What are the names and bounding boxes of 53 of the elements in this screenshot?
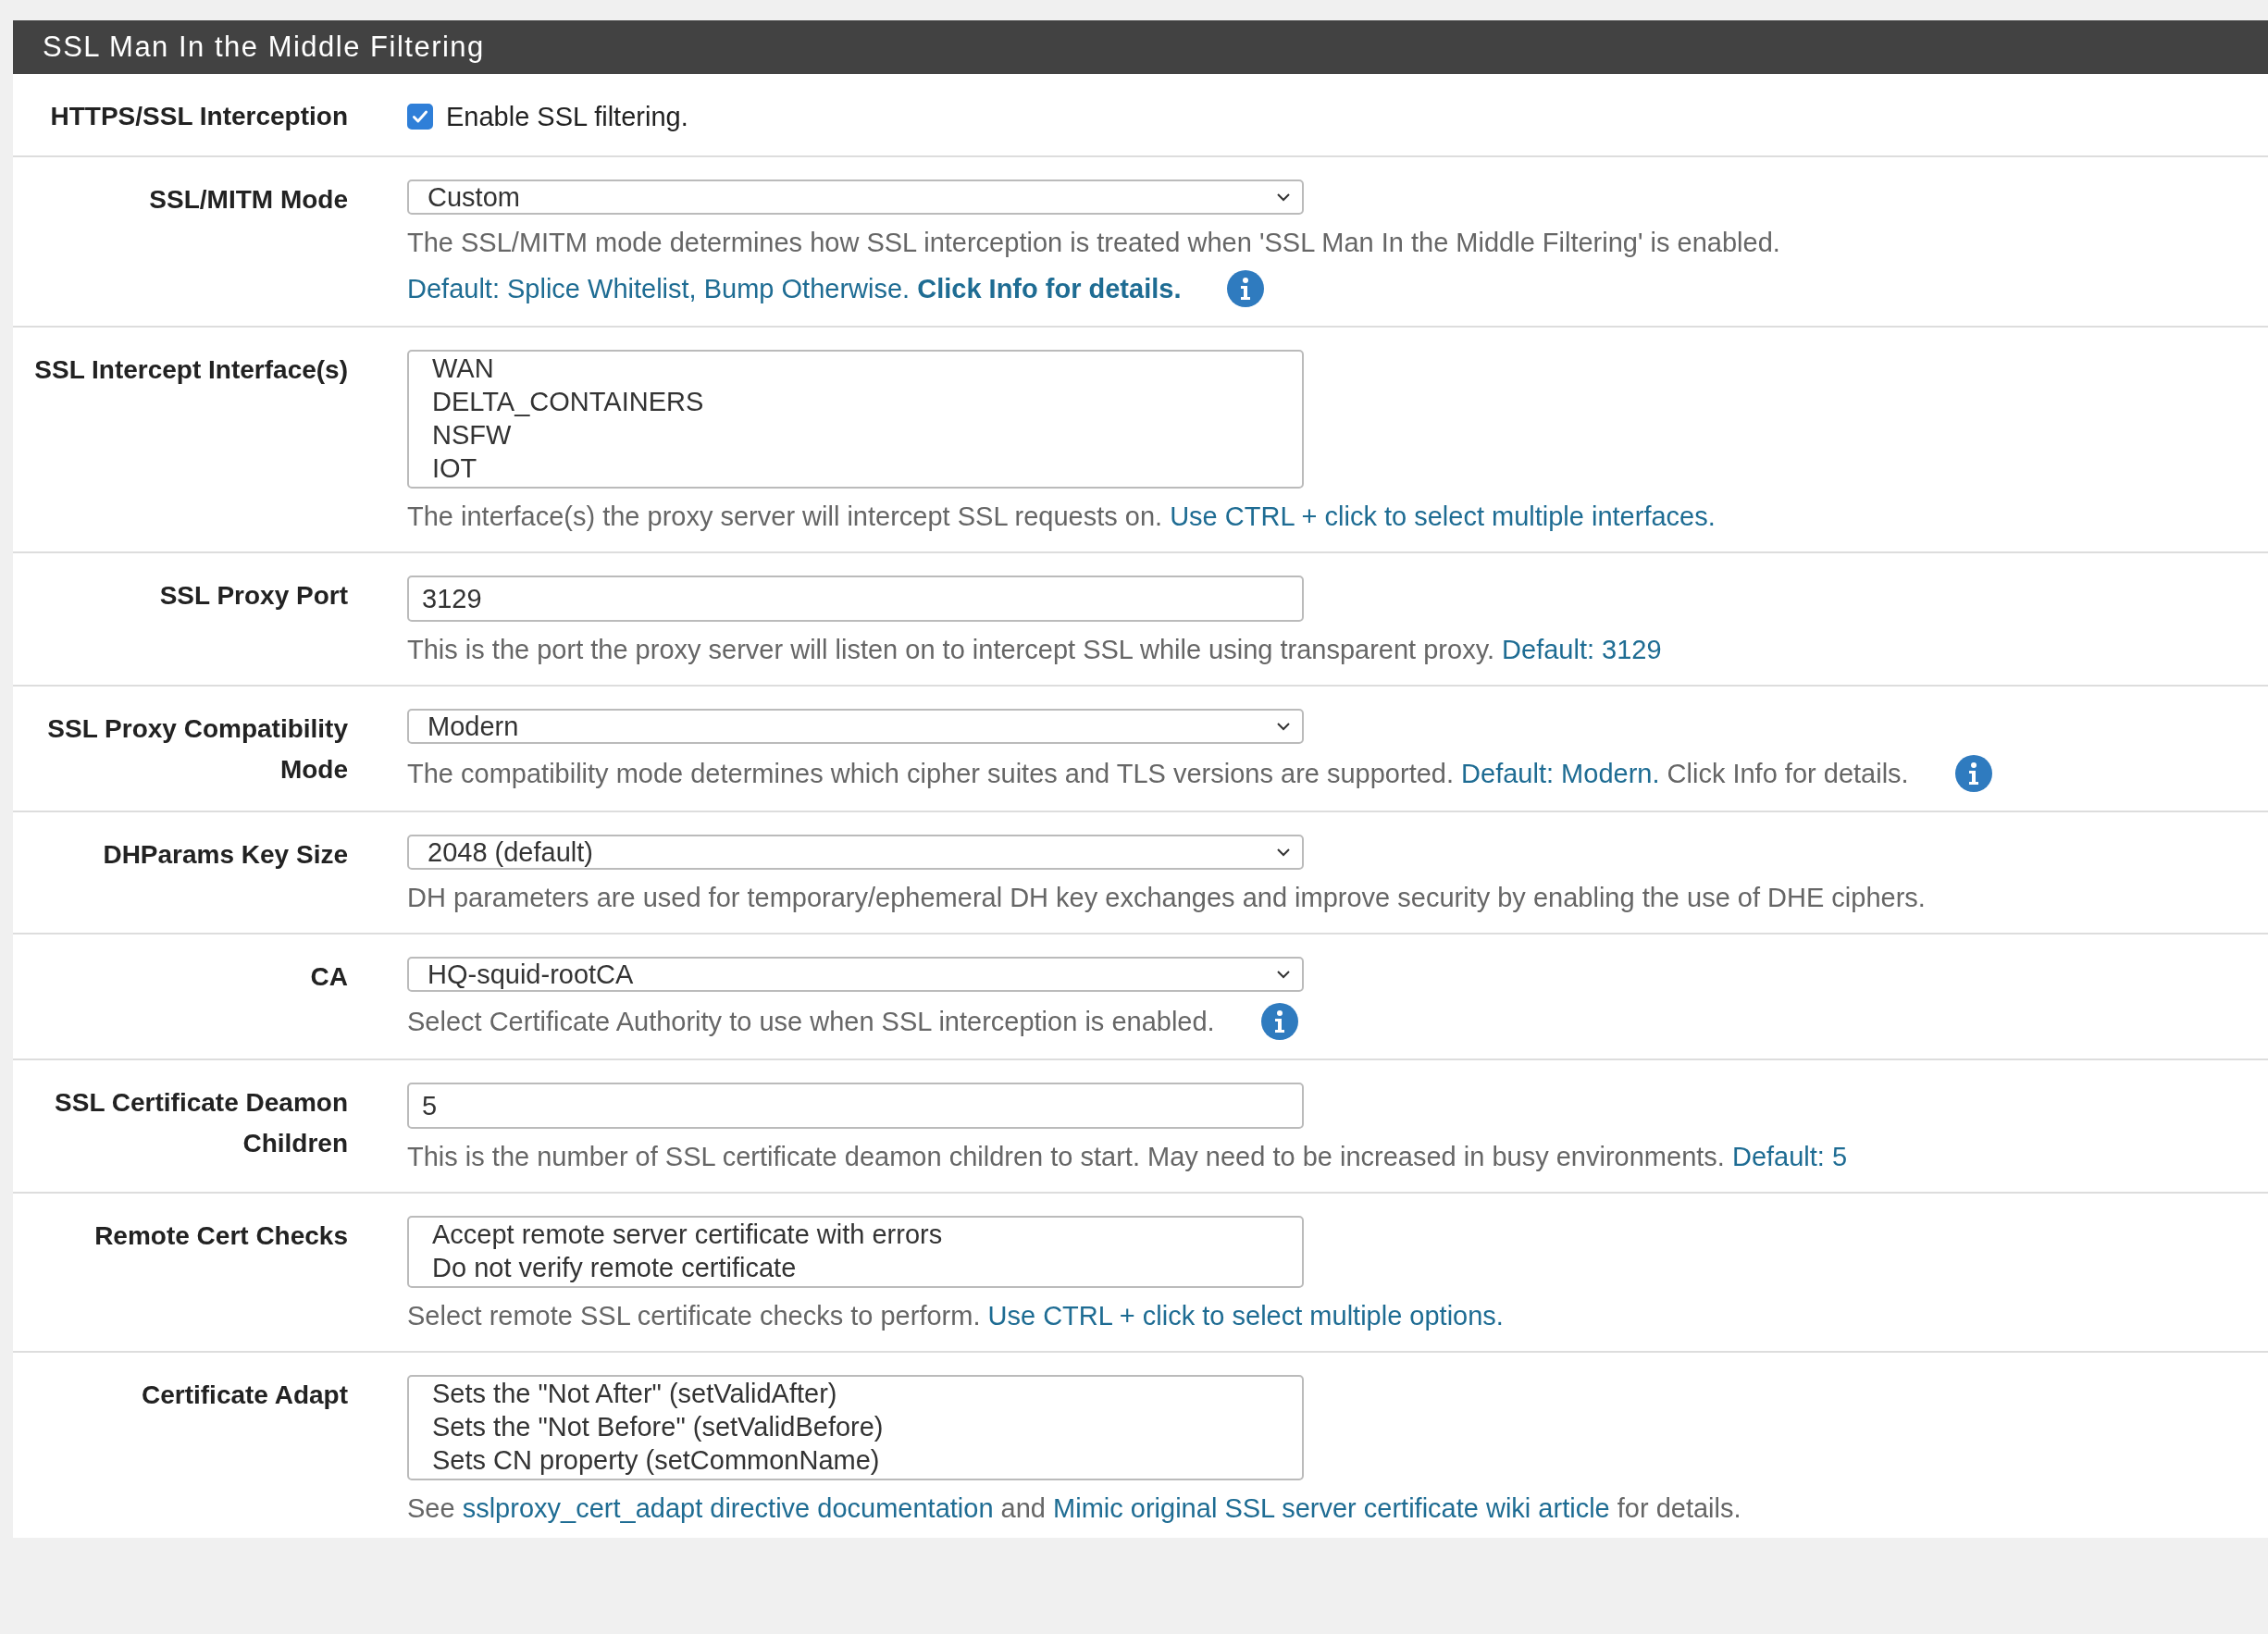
list-option[interactable]: WAN (409, 352, 1302, 385)
dropdown[interactable]: Modern (407, 709, 1304, 744)
field-label: SSL Intercept Interface(s) (34, 354, 348, 386)
list-option[interactable]: DELTA_CONTAINERS (409, 385, 1302, 418)
caret-icon (1276, 848, 1291, 857)
info-icon[interactable] (1260, 1003, 1298, 1040)
help-link[interactable]: sslproxy_cert_adapt directive documentation (462, 1493, 994, 1523)
info-icon[interactable] (1227, 270, 1265, 307)
field-label: SSL Proxy Port (159, 580, 348, 612)
help-text: This is the port the proxy server will listen on to intercept SSL while using transparent proxy. Default: 3129 (407, 634, 1662, 666)
dropdown[interactable]: Custom (407, 179, 1304, 215)
list-option[interactable]: IOT (409, 452, 1302, 485)
help-text: The interface(s) the proxy server will intercept SSL requests on. Use CTRL + click to select multiple interfaces. (407, 501, 1716, 533)
list-option[interactable]: Do not verify remote certificate (409, 1251, 1302, 1284)
list-option[interactable]: Sets CN property (setCommonName) (409, 1443, 1302, 1477)
help-text: Select remote SSL certificate checks to perform. Use CTRL + click to select multiple options. (407, 1300, 1504, 1332)
field-label: SSL/MITM Mode (149, 184, 348, 216)
help-text: The compatibility mode determines which cipher suites and TLS versions are supported. Default: Modern. Click Info for details. (407, 758, 1909, 790)
list-option[interactable]: Sets the "Not Before" (setValidBefore) (409, 1410, 1302, 1443)
help-text: The SSL/MITM mode determines how SSL interception is treated when 'SSL Man In the Middle Filtering' is enabled. (407, 227, 1780, 259)
list-option[interactable]: NSFW (409, 418, 1302, 452)
help-link[interactable]: Default: 3129 (1502, 635, 1662, 664)
field-label: Certificate Adapt (142, 1380, 348, 1411)
dropdown[interactable]: 2048 (default) (407, 835, 1304, 870)
input-field[interactable]: 5 (407, 1083, 1304, 1129)
input-field[interactable]: 3129 (407, 576, 1304, 622)
help-text: See sslproxy_cert_adapt directive documentation and Mimic original SSL server certificate wiki article for details. (407, 1492, 1741, 1525)
field-label: SSL Proxy Compatibility Mode (46, 713, 348, 786)
field-label: DHParams Key Size (103, 839, 348, 871)
field-label: CA (310, 961, 348, 993)
help-text: This is the number of SSL certificate deamon children to start. May need to be increased in busy environments. Default: 5 (407, 1141, 1848, 1173)
help-link[interactable]: Click Info for details. (917, 274, 1182, 303)
field-label: HTTPS/SSL Interception (50, 101, 348, 132)
field-label: SSL Certificate Deamon Children (54, 1087, 348, 1159)
list-option[interactable]: Sets the "Not After" (setValidAfter) (409, 1377, 1302, 1410)
help-link[interactable]: Use CTRL + click to select multiple options. (987, 1301, 1504, 1331)
dropdown[interactable]: HQ-squid-rootCA (407, 957, 1304, 992)
caret-icon (1276, 192, 1291, 202)
help-link[interactable]: Default: Splice Whitelist, Bump Otherwise. (407, 274, 911, 303)
field-label: Remote Cert Checks (94, 1220, 348, 1252)
caret-icon (1276, 970, 1291, 979)
help-link[interactable]: Use CTRL + click to select multiple interfaces. (1170, 501, 1716, 531)
checkbox-label: Enable SSL filtering. (446, 101, 688, 132)
checkbox[interactable] (407, 104, 433, 130)
help-link[interactable]: Mimic original SSL server certificate wiki article (1053, 1493, 1610, 1523)
caret-icon (1276, 722, 1291, 731)
help-text: DH parameters are used for temporary/ephemeral DH key exchanges and improve security by enabling the use of DHE ciphers. (407, 882, 1926, 914)
panel-title: SSL Man In the Middle Filtering (43, 31, 485, 64)
help-text: Select Certificate Authority to use when SSL interception is enabled. (407, 1006, 1215, 1038)
help-link[interactable]: Default: 5 (1731, 1142, 1848, 1171)
list-option[interactable]: Accept remote server certificate with errors (409, 1218, 1302, 1251)
info-icon[interactable] (1954, 755, 1992, 792)
help-link[interactable]: Default: Modern. (1461, 759, 1660, 788)
